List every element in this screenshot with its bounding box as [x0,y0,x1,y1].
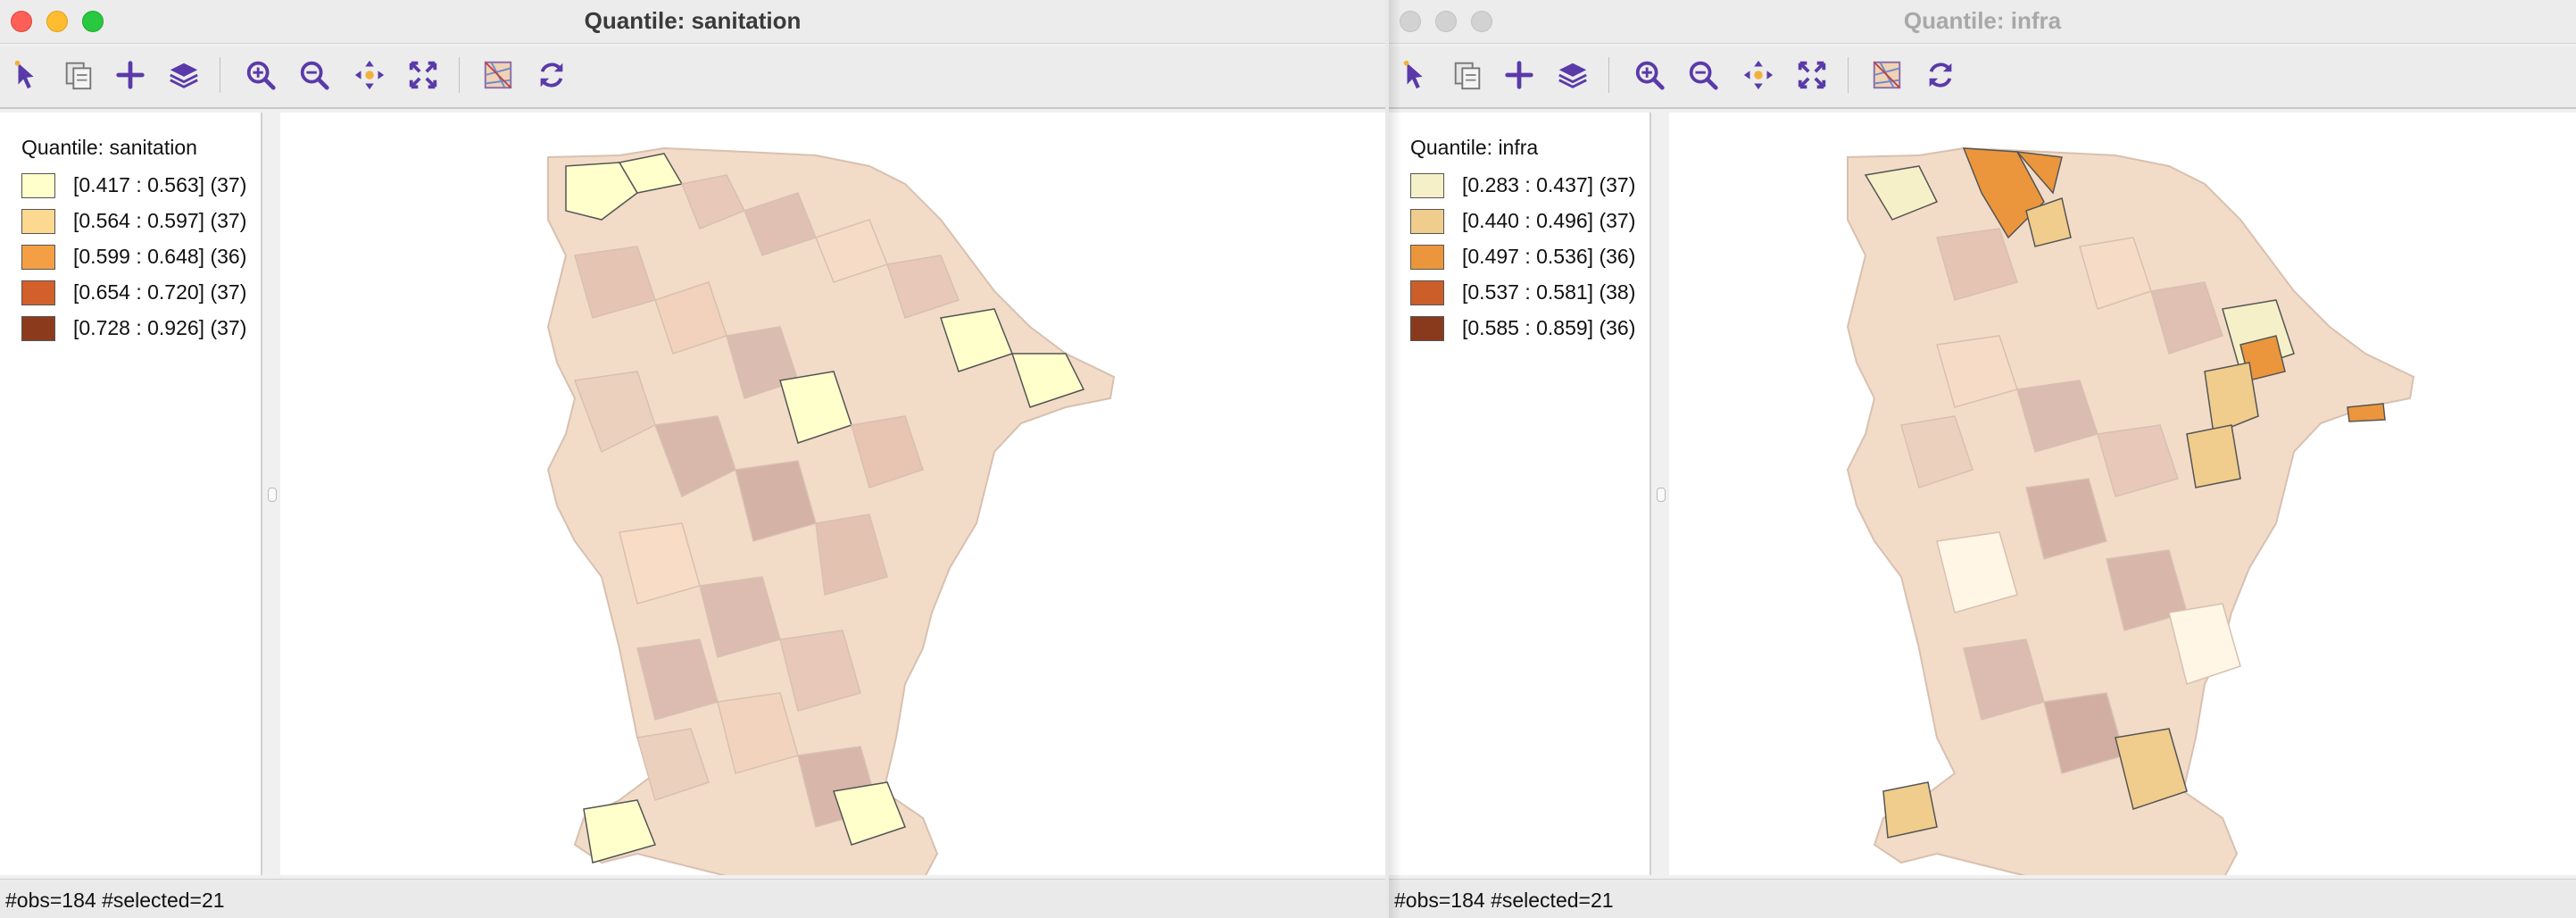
legend-swatch [1410,245,1444,270]
panel-splitter[interactable] [262,113,280,875]
window-title: Quantile: sanitation [584,7,802,34]
legend-label: [0.497 : 0.536] (36) [1462,245,1636,268]
legend-swatch [21,316,55,341]
zoom-out-icon[interactable] [295,55,334,95]
status-bar: #obs=184 #selected=21 [1389,879,2576,918]
layers-icon[interactable] [1553,55,1592,95]
legend-swatch [21,245,55,270]
copy-image-icon[interactable] [1448,55,1487,95]
legend-swatch [21,209,55,234]
legend-label: [0.283 : 0.437] (37) [1462,173,1636,196]
legend-label: [0.728 : 0.926] (37) [73,316,247,339]
toolbar [0,46,1385,109]
title-bar[interactable]: Quantile: infra [1389,0,2576,44]
layers-icon[interactable] [164,55,204,95]
refresh-icon[interactable] [532,55,571,95]
full-extent-icon[interactable] [1792,55,1832,95]
legend-swatch [1410,280,1444,305]
legend-swatch [21,173,55,198]
map-window-infra: Quantile: infra Quantile: infra [0.283:… [1389,0,2576,918]
zoom-out-icon[interactable] [1683,55,1723,95]
pan-icon[interactable] [1739,55,1778,95]
legend-title: Quantile: infra [1410,136,1539,159]
window-title: Quantile: infra [1903,7,2062,34]
zoom-in-icon[interactable] [241,55,280,95]
status-bar: #obs=184 #selected=21 [0,879,1385,918]
select-pointer-icon[interactable] [1396,55,1435,95]
zoom-in-icon[interactable] [1630,55,1669,95]
legend-swatch [1410,316,1444,341]
panel-splitter[interactable] [1651,113,1669,875]
legend-swatch [21,280,55,305]
map-window-sanitation: Quantile: sanitation Quantile: sanitatio… [0,0,1385,918]
legend-label: [0.599 : 0.648] (36) [73,245,247,268]
copy-image-icon[interactable] [59,55,98,95]
legend-panel[interactable]: Quantile: sanitation [0.417 : 0.563] (37… [0,113,262,875]
legend-label: [0.585 : 0.859] (36) [1462,316,1636,339]
status-text: #obs=184 #selected=21 [1394,889,1614,912]
map-canvas[interactable] [280,113,1385,918]
map-canvas[interactable] [1669,113,2576,918]
legend-label: [0.564 : 0.597] (37) [73,209,247,232]
full-extent-icon[interactable] [403,55,443,95]
status-text: #obs=184 #selected=21 [5,889,225,912]
select-pointer-icon[interactable] [7,55,46,95]
basemap-icon[interactable] [478,55,518,95]
legend-label: [0.440 : 0.496] (37) [1462,209,1636,232]
legend-swatch [1410,173,1444,198]
pan-icon[interactable] [350,55,389,95]
legend-label: [0.537 : 0.581] (38) [1462,280,1636,304]
legend-title: Quantile: sanitation [21,136,197,159]
legend-label: [0.654 : 0.720] (37) [73,280,247,304]
add-icon[interactable] [1500,55,1539,95]
legend-panel[interactable]: Quantile: infra [0.283 : 0.437] (37) [0.… [1389,113,1651,875]
add-icon[interactable] [111,55,150,95]
title-bar[interactable]: Quantile: sanitation [0,0,1385,44]
basemap-icon[interactable] [1867,55,1907,95]
legend-label: [0.417 : 0.563] (37) [73,173,247,196]
refresh-icon[interactable] [1921,55,1960,95]
toolbar [1389,46,2576,109]
legend-swatch [1410,209,1444,234]
